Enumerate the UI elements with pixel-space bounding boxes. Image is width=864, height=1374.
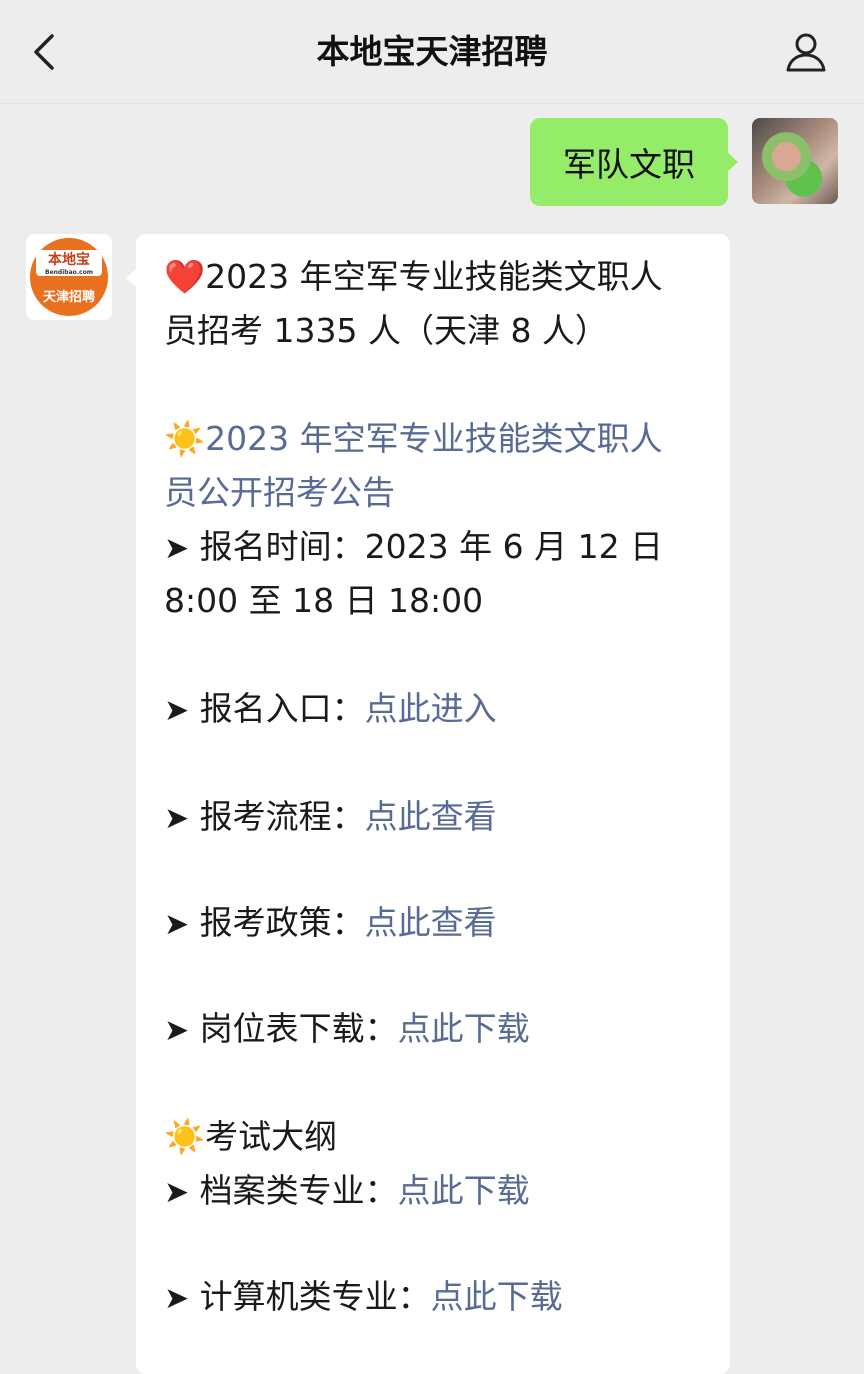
incoming-message-bubble: ❤️2023 年空军专业技能类文职人 员招考 1335 人（天津 8 人） ☀️… [136, 234, 730, 1374]
list-item: ➤ 档案类专业：点此下载 [164, 1164, 708, 1220]
headline-line-2: 员招考 1335 人（天津 8 人） [164, 311, 608, 350]
sun-icon: ☀️ [164, 1117, 206, 1156]
outgoing-message-bubble[interactable]: 军队文职 [530, 118, 738, 206]
outgoing-message-text: 军队文职 [563, 145, 695, 184]
page-title: 本地宝天津招聘 [316, 32, 548, 71]
item-label: 报考流程： [189, 797, 365, 836]
arrow-icon: ➤ [164, 1281, 190, 1316]
item-label: 档案类专业： [189, 1171, 398, 1210]
position-table-download-link[interactable]: 点此下载 [398, 1009, 530, 1048]
registration-time-line-2: 8:00 至 18 日 18:00 [164, 581, 484, 620]
heart-icon: ❤️ [164, 257, 206, 296]
list-item: ➤ 岗位表下载：点此下载 [164, 1002, 708, 1058]
person-icon [786, 33, 826, 72]
policy-view-link[interactable]: 点此查看 [365, 903, 497, 942]
archives-outline-download-link[interactable]: 点此下载 [398, 1171, 530, 1210]
arrow-icon: ➤ [164, 693, 190, 728]
top-bar: 本地宝天津招聘 [0, 0, 864, 104]
user-avatar[interactable] [752, 118, 838, 204]
registration-time-text: 报名时间：2023 年 6 月 12 日 [189, 527, 664, 566]
item-label: 报名入口： [189, 689, 365, 728]
logo-bottom-text: 天津招聘 [42, 290, 95, 305]
list-item: ➤ 报名入口：点此进入 [164, 682, 708, 738]
headline-text-1: 2023 年空军专业技能类文职人 [205, 257, 663, 296]
registration-time-line-1: ➤ 报名时间：2023 年 6 月 12 日 [164, 520, 708, 576]
profile-button[interactable] [782, 28, 830, 76]
process-view-link[interactable]: 点此查看 [365, 797, 497, 836]
list-item: ➤ 报考政策：点此查看 [164, 896, 708, 952]
arrow-icon: ➤ [164, 801, 190, 836]
outline-heading: ☀️考试大纲 [164, 1110, 708, 1164]
official-account-avatar[interactable]: 本地宝 Bendibao.com 天津招聘 [26, 234, 112, 320]
logo-sub-text: Bendibao.com [45, 269, 93, 276]
sun-icon: ☀️ [164, 419, 206, 458]
logo-top-text: 本地宝 [48, 252, 90, 268]
outline-title: 考试大纲 [205, 1117, 338, 1156]
arrow-icon: ➤ [164, 1013, 190, 1048]
arrow-icon: ➤ [164, 531, 190, 566]
item-label: 岗位表下载： [189, 1009, 398, 1048]
arrow-icon: ➤ [164, 1175, 190, 1210]
announcement-text-1: 2023 年空军专业技能类文职人 [205, 419, 663, 458]
list-item: ➤ 报考流程：点此查看 [164, 790, 708, 846]
registration-entry-link[interactable]: 点此进入 [365, 689, 497, 728]
announcement-link[interactable]: ☀️2023 年空军专业技能类文职人 [164, 412, 708, 466]
bendibao-logo: 本地宝 Bendibao.com 天津招聘 [30, 238, 108, 316]
item-label: 报考政策： [189, 903, 365, 942]
arrow-icon: ➤ [164, 907, 190, 942]
logo-top-label: 本地宝 Bendibao.com [36, 250, 102, 276]
headline-line-1: ❤️2023 年空军专业技能类文职人 [164, 250, 708, 304]
computer-outline-download-link[interactable]: 点此下载 [431, 1277, 563, 1316]
item-label: 计算机类专业： [189, 1277, 431, 1316]
list-item: ➤ 计算机类专业：点此下载 [164, 1270, 708, 1326]
announcement-link-line-2[interactable]: 员公开招考公告 [164, 466, 708, 520]
